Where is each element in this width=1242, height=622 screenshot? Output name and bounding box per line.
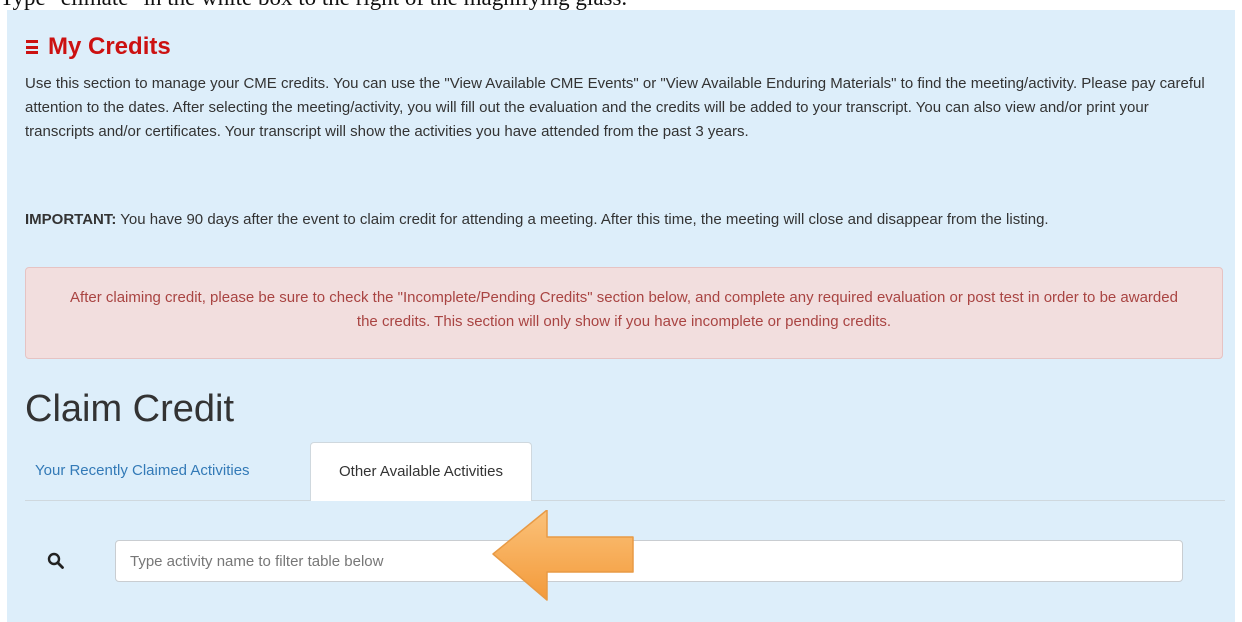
activity-tabs: Your Recently Claimed Activities Other A… <box>25 442 1225 501</box>
pending-credits-alert: After claiming credit, please be sure to… <box>25 267 1223 359</box>
instruction-text: Type "climate" in the white box to the r… <box>0 0 1242 10</box>
section-heading: My Credits <box>26 32 171 62</box>
important-text: You have 90 days after the event to clai… <box>116 211 1049 228</box>
filter-row <box>25 540 1185 584</box>
search-icon <box>47 552 64 569</box>
tab-other-available[interactable]: Other Available Activities <box>310 442 532 501</box>
claim-credit-title: Claim Credit <box>25 388 235 430</box>
tab-recently-claimed[interactable]: Your Recently Claimed Activities <box>25 442 260 500</box>
section-title: My Credits <box>48 33 171 60</box>
hamburger-icon <box>26 40 38 54</box>
credits-panel: My Credits Use this section to manage yo… <box>7 10 1235 622</box>
activity-filter-input[interactable] <box>115 540 1183 582</box>
important-label: IMPORTANT: <box>25 211 117 228</box>
intro-paragraph: Use this section to manage your CME cred… <box>25 75 1205 140</box>
important-paragraph: IMPORTANT: You have 90 days after the ev… <box>25 208 1215 232</box>
